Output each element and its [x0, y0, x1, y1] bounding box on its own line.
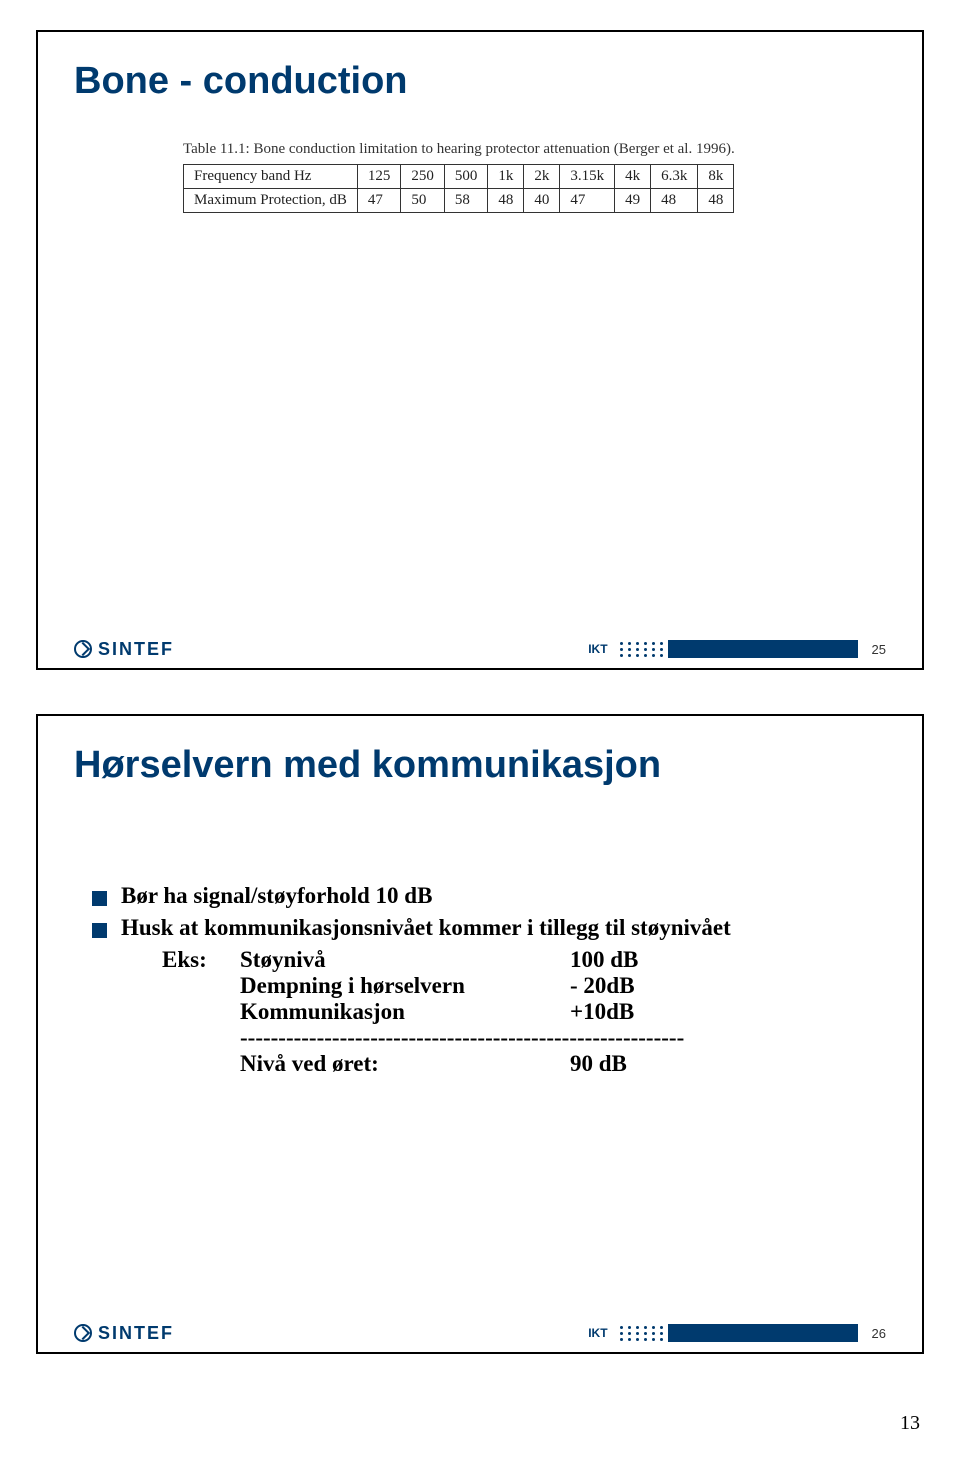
- cell: 8k: [698, 165, 734, 189]
- row-name: Kommunikasjon: [240, 999, 570, 1025]
- example-block: Eks: Støynivå 100 dB Dempning i hørselve…: [162, 947, 886, 1077]
- cell: 50: [401, 189, 445, 213]
- bone-conduction-table: Table 11.1: Bone conduction limitation t…: [175, 133, 785, 223]
- example-row: Kommunikasjon +10dB: [162, 999, 886, 1025]
- example-row: Eks: Støynivå 100 dB: [162, 947, 886, 973]
- dots-icon: [618, 1324, 666, 1342]
- footer-bar: [618, 640, 872, 658]
- cell: 48: [488, 189, 524, 213]
- cell: 4k: [615, 165, 651, 189]
- cell: 48: [698, 189, 734, 213]
- footer-colorbar: [668, 1324, 858, 1342]
- cell: 47: [560, 189, 615, 213]
- row-value: 100 dB: [570, 947, 690, 973]
- example-row-result: Nivå ved øret: 90 dB: [162, 1051, 886, 1077]
- bullet-text: Husk at kommunikasjonsnivået kommer i ti…: [121, 915, 731, 941]
- ikt-label: IKT: [588, 1326, 607, 1340]
- bullet-list: Bør ha signal/støyforhold 10 dB Husk at …: [74, 883, 886, 1077]
- table-row: Frequency band Hz 125 250 500 1k 2k 3.15…: [184, 165, 734, 189]
- slide-footer: SINTEF IKT 26: [38, 1314, 922, 1352]
- logo-icon: [74, 640, 92, 658]
- table-row: Maximum Protection, dB 47 50 58 48 40 47…: [184, 189, 734, 213]
- row-value: 90 dB: [570, 1051, 690, 1077]
- page-number: 13: [0, 1394, 960, 1435]
- row-value: +10dB: [570, 999, 690, 1025]
- row-name: Støynivå: [240, 947, 570, 973]
- bullet-text: Bør ha signal/støyforhold 10 dB: [121, 883, 432, 909]
- cell: 40: [524, 189, 560, 213]
- slide-title: Bone - conduction: [74, 60, 886, 103]
- row-name: Dempning i hørselvern: [240, 973, 570, 999]
- sintef-logo: SINTEF: [74, 639, 174, 660]
- cell: 3.15k: [560, 165, 615, 189]
- cell: 125: [357, 165, 401, 189]
- attenuation-table: Frequency band Hz 125 250 500 1k 2k 3.15…: [183, 164, 734, 213]
- cell: 250: [401, 165, 445, 189]
- bullet-square-icon: [92, 923, 107, 938]
- example-label: Eks:: [162, 947, 240, 973]
- dots-icon: [618, 640, 666, 658]
- cell: 1k: [488, 165, 524, 189]
- bullet-square-icon: [92, 891, 107, 906]
- footer-bar: [618, 1324, 872, 1342]
- cell: 47: [357, 189, 401, 213]
- slide-footer: SINTEF IKT 25: [38, 630, 922, 668]
- brand-text: SINTEF: [98, 1323, 174, 1344]
- row-label-max: Maximum Protection, dB: [184, 189, 358, 213]
- cell: 49: [615, 189, 651, 213]
- bullet-item: Husk at kommunikasjonsnivået kommer i ti…: [92, 915, 886, 941]
- slide-number: 25: [872, 642, 886, 657]
- slide-title: Hørselvern med kommunikasjon: [74, 744, 886, 787]
- example-row: Dempning i hørselvern - 20dB: [162, 973, 886, 999]
- footer-right: IKT 25: [588, 640, 886, 658]
- slide-1: Bone - conduction Table 11.1: Bone condu…: [36, 30, 924, 670]
- row-value: - 20dB: [570, 973, 690, 999]
- row-name: Nivå ved øret:: [240, 1051, 570, 1077]
- bullet-item: Bør ha signal/støyforhold 10 dB: [92, 883, 886, 909]
- footer-right: IKT 26: [588, 1324, 886, 1342]
- cell: 48: [651, 189, 698, 213]
- cell: 500: [444, 165, 488, 189]
- brand-text: SINTEF: [98, 639, 174, 660]
- cell: 6.3k: [651, 165, 698, 189]
- row-label-freq: Frequency band Hz: [184, 165, 358, 189]
- divider-line: ----------------------------------------…: [240, 1025, 886, 1051]
- slide-2: Hørselvern med kommunikasjon Bør ha sign…: [36, 714, 924, 1354]
- cell: 2k: [524, 165, 560, 189]
- footer-colorbar: [668, 640, 858, 658]
- logo-icon: [74, 1324, 92, 1342]
- cell: 58: [444, 189, 488, 213]
- ikt-label: IKT: [588, 642, 607, 656]
- sintef-logo: SINTEF: [74, 1323, 174, 1344]
- table-caption: Table 11.1: Bone conduction limitation t…: [183, 141, 777, 158]
- slide-number: 26: [872, 1326, 886, 1341]
